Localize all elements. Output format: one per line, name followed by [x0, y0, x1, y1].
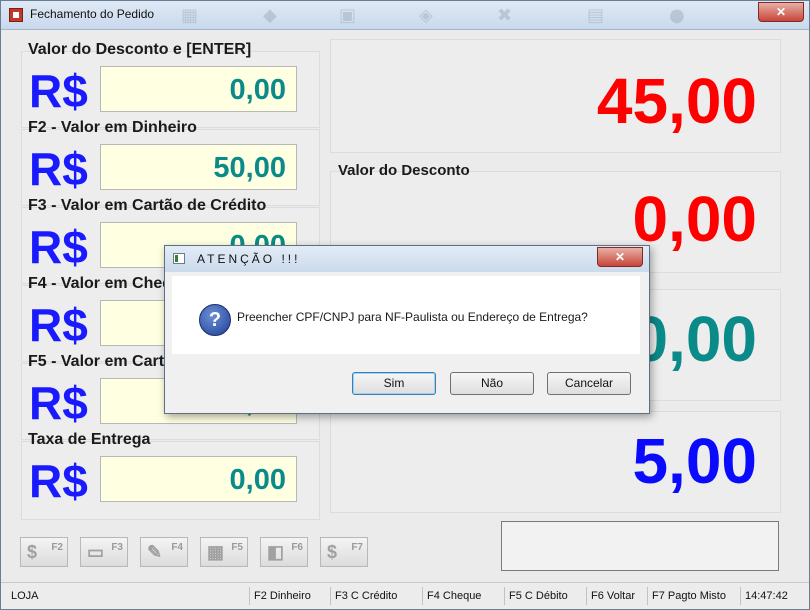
- delivery-fee-input[interactable]: 0,00: [100, 456, 297, 502]
- f6-back-button[interactable]: ◧ F6: [260, 537, 308, 567]
- dialog-message: Preencher CPF/CNPJ para NF-Paulista ou E…: [237, 310, 588, 324]
- background-icon: ▣: [339, 5, 357, 26]
- dialog-app-icon: [173, 253, 185, 264]
- discount-amount: 0,00: [632, 183, 757, 255]
- question-icon: ?: [199, 304, 231, 336]
- credit-card-field-label: F3 - Valor em Cartão de Crédito: [28, 197, 267, 214]
- background-icon: ✖: [497, 5, 513, 26]
- f3-credit-card-button[interactable]: ▭ F3: [80, 537, 128, 567]
- no-button[interactable]: Não: [450, 372, 534, 395]
- discount-panel-label: Valor do Desconto: [338, 162, 470, 179]
- dialog-close-button[interactable]: ✕: [597, 247, 643, 267]
- background-icon: ▤: [587, 5, 605, 26]
- debit-card-icon: ▦: [207, 542, 225, 562]
- attention-dialog: ATENÇÃO !!! ✕ ? Preencher CPF/CNPJ para …: [164, 245, 650, 414]
- status-time: 14:47:42: [740, 587, 802, 605]
- back-icon: ◧: [267, 542, 285, 562]
- discount-input[interactable]: 0,00: [100, 66, 297, 112]
- currency-symbol: R$: [29, 377, 88, 429]
- cash-field-label: F2 - Valor em Dinheiro: [28, 119, 197, 136]
- credit-card-icon: ▭: [87, 542, 105, 562]
- change-amount: 5,00: [632, 425, 757, 497]
- status-f6: F6 Voltar: [586, 587, 646, 605]
- status-f2: F2 Dinheiro: [249, 587, 329, 605]
- currency-symbol: R$: [29, 455, 88, 507]
- delivery-fee-field-label: Taxa de Entrega: [28, 431, 151, 448]
- background-icon: ◆: [263, 5, 277, 26]
- app-icon: [9, 8, 23, 22]
- status-bar: LOJA F2 Dinheiro F3 C Crédito F4 Cheque …: [1, 582, 809, 609]
- cash-input[interactable]: 50,00: [100, 144, 297, 190]
- window-title: Fechamento do Pedido: [30, 7, 155, 21]
- currency-symbol: R$: [29, 65, 88, 117]
- currency-symbol: R$: [29, 221, 88, 273]
- background-icon: ◈: [419, 5, 433, 26]
- f7-mixed-payment-button[interactable]: $ F7: [320, 537, 368, 567]
- dialog-title: ATENÇÃO !!!: [197, 252, 301, 266]
- cheque-icon: ✎: [147, 542, 163, 562]
- window-close-button[interactable]: ✕: [758, 2, 804, 22]
- total-amount: 45,00: [596, 65, 757, 137]
- status-store: LOJA: [11, 590, 39, 602]
- status-f7: F7 Pagto Misto: [647, 587, 739, 605]
- currency-symbol: R$: [29, 143, 88, 195]
- mixed-payment-icon: $: [327, 542, 338, 562]
- discount-field-label: Valor do Desconto e [ENTER]: [28, 41, 252, 58]
- f4-cheque-button[interactable]: ✎ F4: [140, 537, 188, 567]
- background-icon: ●: [669, 5, 685, 26]
- f2-cash-button[interactable]: $ F2: [20, 537, 68, 567]
- title-bar: Fechamento do Pedido ▦ ◆ ▣ ◈ ✖ ▤ ● ✕: [1, 1, 809, 30]
- currency-symbol: R$: [29, 299, 88, 351]
- yes-button[interactable]: Sim: [352, 372, 436, 395]
- f5-debit-card-button[interactable]: ▦ F5: [200, 537, 248, 567]
- background-icon: ▦: [181, 5, 199, 26]
- status-f4: F4 Cheque: [422, 587, 503, 605]
- info-box: [501, 521, 779, 571]
- status-f3: F3 C Crédito: [330, 587, 421, 605]
- status-f5: F5 C Débito: [504, 587, 585, 605]
- dialog-title-bar: ATENÇÃO !!! ✕: [165, 246, 649, 272]
- cash-icon: $: [27, 542, 38, 562]
- cancel-button[interactable]: Cancelar: [547, 372, 631, 395]
